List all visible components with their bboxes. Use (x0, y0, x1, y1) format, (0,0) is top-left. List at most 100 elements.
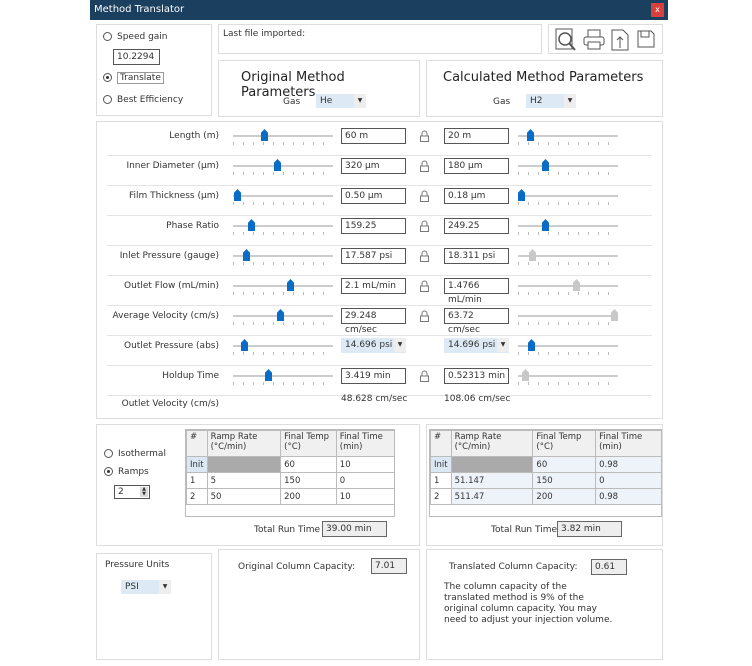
table-cell[interactable] (206, 456, 282, 473)
table-cell[interactable]: 5 (206, 472, 282, 489)
table-cell[interactable]: 150 (532, 472, 597, 489)
table-cell[interactable]: 0.98 (595, 488, 662, 505)
original-slider-thumb[interactable] (248, 219, 255, 231)
lock-icon[interactable] (420, 130, 429, 142)
column-header: Final Time (min) (595, 430, 662, 457)
table-cell[interactable]: 150 (280, 472, 337, 489)
translated-capacity-value: 0.61 (591, 559, 627, 575)
original-slider-thumb[interactable] (274, 159, 281, 171)
table-cell[interactable]: 0.98 (595, 456, 662, 473)
original-value-input[interactable]: 3.419 min (341, 368, 406, 384)
original-slider-track[interactable] (233, 165, 333, 167)
table-cell[interactable]: 200 (280, 488, 337, 505)
table-cell[interactable]: 60 (532, 456, 597, 473)
calculated-value-input[interactable]: 63.72 cm/sec (444, 308, 509, 335)
ramps-radio[interactable]: Ramps (104, 467, 149, 477)
original-slider-track[interactable] (233, 285, 333, 287)
calculated-value-input[interactable]: 180 µm (444, 158, 509, 174)
calculated-value-input[interactable]: 0.52313 min (444, 368, 509, 384)
column-header: Ramp Rate (°C/min) (450, 430, 534, 457)
lock-icon[interactable] (420, 220, 429, 232)
table-cell[interactable]: 10 (335, 456, 396, 473)
calculated-gas-select[interactable]: H2 ▼ (526, 94, 576, 108)
table-cell[interactable]: 200 (532, 488, 597, 505)
parameter-row: Outlet Flow (mL/min) 2.1 mL/min 1.4766 mL/… (97, 276, 664, 306)
table-cell[interactable] (450, 456, 534, 473)
lock-icon[interactable] (420, 190, 429, 202)
original-value-input[interactable]: 29.248 cm/sec (341, 308, 406, 335)
table-cell[interactable]: 51.147 (450, 472, 534, 489)
original-slider-track[interactable] (233, 135, 333, 137)
table-row: 1 51.147 150 0 (430, 472, 662, 489)
calculated-value-input[interactable]: 249.25 (444, 218, 509, 234)
table-cell[interactable]: 60 (280, 456, 337, 473)
calculated-value-input[interactable]: 0.18 µm (444, 188, 509, 204)
calculated-value-input[interactable]: 20 m (444, 128, 509, 144)
close-button[interactable]: x (651, 3, 664, 17)
original-slider-thumb[interactable] (265, 369, 272, 381)
original-value-input[interactable]: 2.1 mL/min (341, 278, 406, 294)
print-icon[interactable] (583, 29, 605, 51)
save-icon[interactable] (637, 30, 655, 48)
calculated-slider-track[interactable] (518, 315, 618, 317)
pressure-units-select[interactable]: PSI ▼ (121, 580, 171, 594)
search-icon[interactable] (555, 28, 577, 52)
toolbar (548, 24, 663, 54)
calculated-value-input[interactable]: 1.4766 mL/min (444, 278, 509, 305)
lock-icon[interactable] (420, 160, 429, 172)
speed-gain-input[interactable]: 10.2294 (113, 49, 160, 65)
ramp-count-stepper[interactable]: 2 ▲ ▼ (114, 485, 150, 499)
original-gas-select[interactable]: He ▼ (316, 94, 366, 108)
calculated-slider-thumb[interactable] (518, 189, 525, 201)
calculated-slider-thumb[interactable] (527, 129, 534, 141)
original-slider-track[interactable] (233, 375, 333, 377)
calculated-slider-track[interactable] (518, 375, 618, 377)
original-slider-thumb[interactable] (261, 129, 268, 141)
original-slider-thumb[interactable] (241, 339, 248, 351)
calculated-oven-panel: # Ramp Rate (°C/min) Final Temp (°C) Final … (426, 424, 663, 546)
lock-icon[interactable] (420, 370, 429, 382)
table-cell[interactable]: 0 (595, 472, 662, 489)
table-cell[interactable]: 0 (335, 472, 396, 489)
lock-icon[interactable] (420, 250, 429, 262)
table-row: Init 60 10 (186, 456, 396, 473)
table-cell[interactable]: 10 (335, 488, 396, 505)
calculated-value-input[interactable]: 18.311 psi (444, 248, 509, 264)
original-value-input[interactable]: 0.50 µm (341, 188, 406, 204)
original-slider-track[interactable] (233, 195, 333, 197)
original-gas-value: He (320, 96, 333, 106)
calculated-slider-track[interactable] (518, 165, 618, 167)
pressure-units-label: Pressure Units (105, 560, 170, 570)
table-cell[interactable]: 50 (206, 488, 282, 505)
original-slider-thumb[interactable] (287, 279, 294, 291)
speed-gain-radio[interactable]: Speed gain (103, 32, 168, 42)
original-value-select[interactable]: 14.696 psi ▼ (341, 338, 406, 353)
original-value-input[interactable]: 17.587 psi (341, 248, 406, 264)
original-value-input[interactable]: 320 µm (341, 158, 406, 174)
isothermal-label: Isothermal (118, 449, 166, 459)
original-slider-thumb[interactable] (243, 249, 250, 261)
original-value-input[interactable]: 159.25 (341, 218, 406, 234)
translate-radio[interactable]: Translate (103, 72, 164, 84)
spinner-arrows-icon[interactable]: ▲ ▼ (140, 487, 148, 497)
original-gas-label: Gas (283, 97, 301, 107)
calculated-value-select[interactable]: 14.696 psi ▼ (444, 338, 509, 353)
lock-icon[interactable] (420, 280, 429, 292)
original-value-input[interactable]: 60 m (341, 128, 406, 144)
calculated-slider-track[interactable] (518, 285, 618, 287)
original-slider-thumb[interactable] (234, 189, 241, 201)
original-slider-track[interactable] (233, 345, 333, 347)
table-cell[interactable]: 511.47 (450, 488, 534, 505)
calculated-slider-thumb[interactable] (542, 219, 549, 231)
isothermal-radio[interactable]: Isothermal (104, 449, 166, 459)
calculated-slider-track[interactable] (518, 225, 618, 227)
calculated-slider-thumb[interactable] (528, 339, 535, 351)
original-ramp-table[interactable]: # Ramp Rate (°C/min) Final Temp (°C) Final … (186, 430, 396, 505)
calculated-ramp-table[interactable]: # Ramp Rate (°C/min) Final Temp (°C) Final … (430, 430, 662, 505)
original-slider-thumb[interactable] (277, 309, 284, 321)
calculated-slider-track[interactable] (518, 195, 618, 197)
best-efficiency-radio[interactable]: Best Efficiency (103, 95, 183, 105)
export-icon[interactable] (611, 29, 629, 51)
calculated-slider-thumb[interactable] (542, 159, 549, 171)
lock-icon[interactable] (420, 310, 429, 322)
